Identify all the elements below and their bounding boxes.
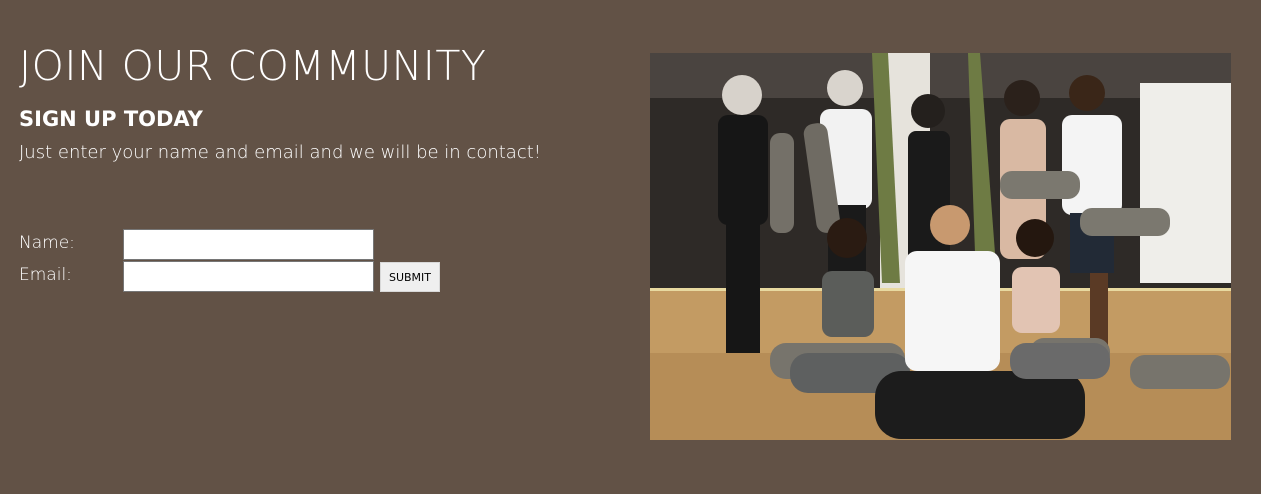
email-field[interactable] [123, 261, 374, 292]
email-label: Email: [19, 265, 72, 285]
name-label: Name: [19, 233, 75, 253]
submit-button[interactable]: SUBMIT [380, 262, 440, 292]
community-photo [650, 53, 1231, 440]
signup-subtitle: SIGN UP TODAY [19, 107, 203, 131]
page-title: JOIN OUR COMMUNITY [19, 42, 487, 90]
name-field[interactable] [123, 229, 374, 260]
signup-section: JOIN OUR COMMUNITY SIGN UP TODAY Just en… [0, 0, 1261, 494]
signup-description: Just enter your name and email and we wi… [19, 142, 541, 163]
community-photo-illustration [650, 53, 1231, 440]
